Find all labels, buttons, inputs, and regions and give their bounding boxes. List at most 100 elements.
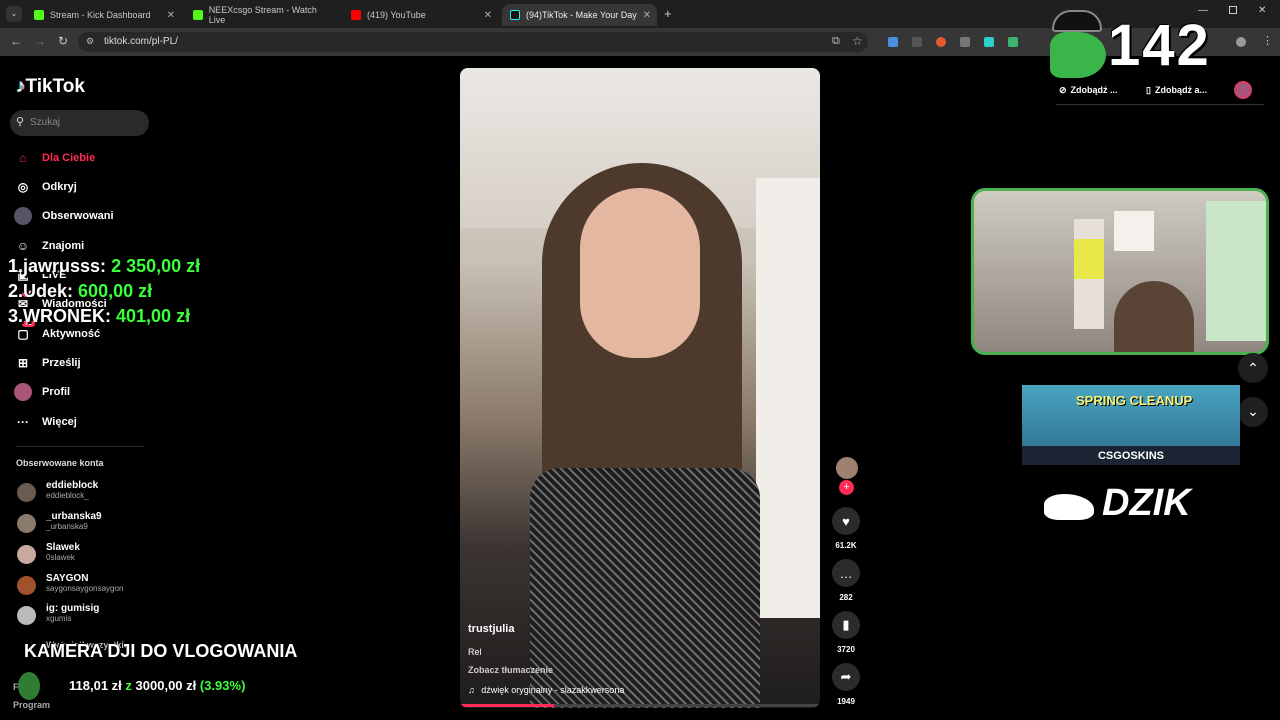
tab-neexcsgo-stream[interactable]: NEEXcsgo Stream - Watch Live xyxy=(185,4,340,26)
comment-icon: … xyxy=(832,559,860,587)
tiktok-logo[interactable]: ♪TikTok xyxy=(16,76,85,98)
webcam-shelf xyxy=(1206,201,1266,341)
address-bar[interactable]: ⚙ tiktok.com/pl-PL/ ⧉ ☆ xyxy=(78,32,868,52)
tab-kick-dashboard[interactable]: Stream - Kick Dashboard ✕ xyxy=(26,4,181,26)
back-icon[interactable]: ← xyxy=(10,34,22,48)
sponsor-banner-dzik: DZIK xyxy=(1022,468,1242,544)
reload-icon[interactable]: ↻ xyxy=(58,34,68,48)
youtube-icon xyxy=(351,10,361,20)
menu-dots-icon[interactable]: ⋮ xyxy=(1262,34,1273,47)
bookmark-icon: ▮ xyxy=(832,611,860,639)
webcam-feed xyxy=(971,188,1269,355)
window-close-icon[interactable]: ✕ xyxy=(1258,5,1266,16)
nav-profile[interactable]: Profil xyxy=(14,382,70,402)
coin-icon: ⊘ xyxy=(1059,84,1067,95)
nav-following[interactable]: Obserwowani xyxy=(14,206,114,226)
video-player[interactable]: trustjulia Rel Zobacz tłumaczenie ♫ dźwi… xyxy=(460,68,820,708)
sponsor-brand: CSGOSKINS xyxy=(1097,450,1164,462)
translate-link[interactable]: Zobacz tłumaczenie xyxy=(468,665,553,675)
leaderboard-row: 1.jawrusss: 2 350,00 zł xyxy=(8,256,201,276)
goal-icon xyxy=(18,672,40,700)
scroll-down-button[interactable]: ⌄ xyxy=(1238,397,1268,427)
tab-youtube[interactable]: (419) YouTube ✕ xyxy=(343,4,498,26)
compass-icon: ◎ xyxy=(17,180,29,194)
get-app-button[interactable]: ▯ Zdobądź a... xyxy=(1146,80,1230,100)
close-icon[interactable]: ✕ xyxy=(167,10,175,21)
new-tab-icon[interactable]: + xyxy=(664,6,672,21)
search-placeholder: Szukaj xyxy=(30,117,61,128)
video-progress-bar[interactable] xyxy=(460,704,820,707)
maximize-icon[interactable] xyxy=(1229,6,1237,14)
extension-icon[interactable] xyxy=(912,37,922,47)
follow-plus-icon[interactable]: + xyxy=(839,480,854,495)
nav-friends[interactable]: ☺ Znajomi xyxy=(14,236,84,256)
get-coins-button[interactable]: ⊘ Zdobądź ... xyxy=(1059,80,1143,100)
nav-more[interactable]: ··· Więcej xyxy=(14,412,77,432)
tab-label: Stream - Kick Dashboard xyxy=(50,10,151,20)
tab-label: (94)TikTok - Make Your Day xyxy=(526,10,637,20)
sidebar-divider xyxy=(16,446,144,447)
extension-icon[interactable] xyxy=(888,37,898,47)
share-arrow-icon: ➦ xyxy=(832,663,860,691)
bookmark-star-icon[interactable]: ☆ xyxy=(852,34,863,48)
extension-icon[interactable] xyxy=(984,37,994,47)
sponsor-brand: DZIK xyxy=(1102,482,1191,524)
sponsor-brand-bar: CSGOSKINS xyxy=(1022,446,1240,465)
video-caption: Rel xyxy=(468,647,482,657)
avatar xyxy=(17,514,36,533)
search-icon: ⚲ xyxy=(16,116,25,128)
tab-tiktok[interactable]: (94)TikTok - Make Your Day ✕ xyxy=(502,4,657,26)
person-face xyxy=(580,188,700,358)
phone-icon: ▯ xyxy=(1146,84,1151,95)
video-progress-fill xyxy=(460,704,554,707)
mascot-body xyxy=(1050,32,1106,78)
stream-counter: 142 xyxy=(1108,13,1211,78)
close-icon[interactable]: ✕ xyxy=(643,10,651,21)
stream-mascot-icon xyxy=(1040,10,1110,82)
save-button[interactable]: ▮ 3720 xyxy=(832,611,860,654)
heart-icon: ♥ xyxy=(832,507,860,535)
forward-icon[interactable]: → xyxy=(34,34,46,48)
mascot-hat xyxy=(1052,10,1102,32)
tiktok-icon xyxy=(510,10,520,20)
following-avatar-icon xyxy=(14,207,32,225)
extension-icon[interactable] xyxy=(960,37,970,47)
share-button[interactable]: ➦ 1949 xyxy=(832,663,860,706)
footer-link[interactable]: Program xyxy=(13,700,50,710)
url-text: tiktok.com/pl-PL/ xyxy=(104,36,178,47)
avatar xyxy=(17,483,36,502)
like-button[interactable]: ♥ 61.2K xyxy=(832,507,860,550)
webcam-streamer xyxy=(1114,281,1194,352)
kick-icon xyxy=(193,10,203,20)
profile-avatar-icon[interactable] xyxy=(1236,37,1246,47)
person-dress xyxy=(530,468,760,708)
home-icon: ⌂ xyxy=(19,151,27,165)
tiktok-note-icon: ♪ xyxy=(16,76,26,97)
tab-search-dropdown-icon[interactable]: ⌄ xyxy=(6,6,22,22)
video-author[interactable]: trustjulia xyxy=(468,623,514,635)
video-sound[interactable]: ♫ dźwięk oryginalny - slazakkwersona xyxy=(468,685,624,695)
leaderboard-row: 2.Udek: 600,00 zł xyxy=(8,281,153,301)
search-input[interactable]: ⚲ Szukaj xyxy=(10,110,149,136)
profile-avatar-icon[interactable] xyxy=(1234,81,1252,99)
nav-upload[interactable]: ⊞ Prześlij xyxy=(14,353,81,373)
site-info-icon[interactable]: ⚙ xyxy=(86,36,94,47)
friends-icon: ☺ xyxy=(16,239,30,253)
nav-for-you[interactable]: ⌂ Dla Ciebie xyxy=(14,148,95,168)
sponsor-headline: SPRING CLEANUP xyxy=(1076,393,1193,408)
upload-icon: ⊞ xyxy=(17,356,29,370)
nav-explore[interactable]: ◎ Odkryj xyxy=(14,177,77,197)
extension-icon[interactable] xyxy=(1008,37,1018,47)
scroll-up-button[interactable]: ⌃ xyxy=(1238,353,1268,383)
creator-avatar[interactable] xyxy=(836,457,858,479)
video-door xyxy=(756,178,820,618)
avatar xyxy=(17,606,36,625)
top-right-divider xyxy=(1056,104,1264,105)
tab-label: NEEXcsgo Stream - Watch Live xyxy=(208,5,317,25)
comment-button[interactable]: … 282 xyxy=(832,559,860,602)
close-icon[interactable]: ✕ xyxy=(484,10,492,21)
goal-title: KAMERA DJI DO VLOGOWANIA xyxy=(24,641,298,661)
cast-icon[interactable]: ⧉ xyxy=(832,35,840,48)
leaderboard-row: 3.WRONEK: 401,00 zł xyxy=(8,306,191,326)
extension-icon[interactable] xyxy=(936,37,946,47)
